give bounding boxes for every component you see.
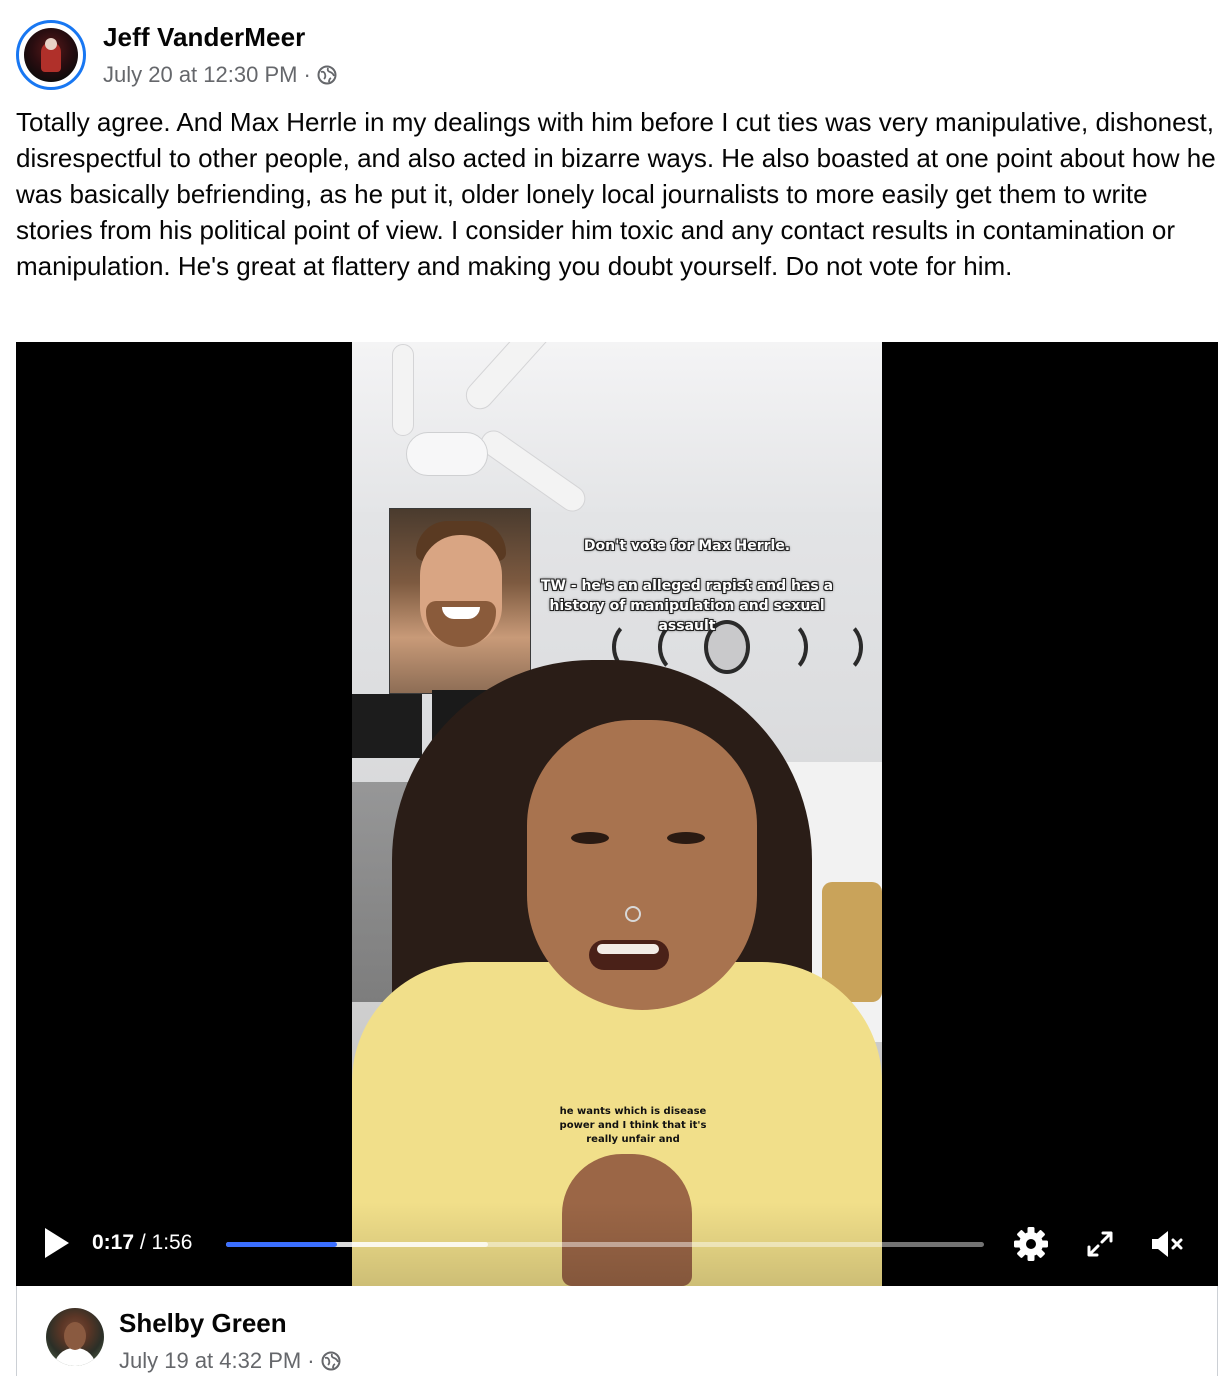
fan-blade xyxy=(392,344,414,436)
globe-icon[interactable] xyxy=(321,1351,341,1371)
gear-icon[interactable] xyxy=(1011,1224,1051,1264)
commenter-avatar[interactable] xyxy=(46,1308,104,1366)
post-timestamp[interactable]: July 20 at 12:30 PM xyxy=(103,62,297,88)
comment-timestamp[interactable]: July 19 at 4:32 PM xyxy=(119,1348,301,1374)
muted-speaker-icon[interactable] xyxy=(1146,1224,1186,1264)
poster-photo xyxy=(389,508,531,694)
globe-icon[interactable] xyxy=(317,65,337,85)
video-player[interactable]: Don't vote for Max Herrle. TW - he's an … xyxy=(16,342,1218,1286)
time-display: 0:17 / 1:56 xyxy=(92,1231,192,1255)
ceiling-fan xyxy=(406,432,488,476)
background-monitor xyxy=(352,694,422,758)
expand-icon[interactable] xyxy=(1080,1224,1120,1264)
duration: 1:56 xyxy=(151,1231,193,1254)
progress-played xyxy=(226,1242,337,1247)
nose-ring xyxy=(625,906,641,922)
speaker-eye xyxy=(571,832,609,844)
post-header: Jeff VanderMeer July 20 at 12:30 PM · xyxy=(16,18,1216,92)
speaker-face xyxy=(527,720,757,1010)
commenter-shirt xyxy=(54,1348,96,1366)
video-overlay-title: Don't vote for Max Herrle. xyxy=(583,538,791,554)
avatar-face xyxy=(45,38,57,50)
comment-meta: July 19 at 4:32 PM · xyxy=(119,1348,341,1374)
author-name[interactable]: Jeff VanderMeer xyxy=(103,22,305,53)
time-separator: / xyxy=(134,1231,152,1254)
poster-smile xyxy=(442,607,480,619)
current-time: 0:17 xyxy=(92,1231,135,1254)
avatar-image xyxy=(24,28,78,82)
video-frame[interactable]: Don't vote for Max Herrle. TW - he's an … xyxy=(352,342,882,1286)
video-ceiling xyxy=(352,342,882,512)
meta-separator: · xyxy=(307,1348,315,1373)
commenter-face xyxy=(64,1322,86,1350)
post-text: Totally agree. And Max Herrle in my deal… xyxy=(16,107,1216,281)
speaker-eye xyxy=(667,832,705,844)
progress-bar[interactable] xyxy=(226,1242,984,1247)
speaker-teeth xyxy=(597,944,659,954)
meta-separator: · xyxy=(303,62,311,87)
play-icon[interactable] xyxy=(42,1225,72,1261)
commenter-name[interactable]: Shelby Green xyxy=(119,1308,287,1339)
comment-item: Shelby Green July 19 at 4:32 PM · xyxy=(16,1286,1218,1376)
post-meta: July 20 at 12:30 PM · xyxy=(103,62,337,88)
author-avatar[interactable] xyxy=(16,20,86,90)
video-controls: 0:17 / 1:56 xyxy=(16,1202,1218,1286)
video-caption: he wants which is disease power and I th… xyxy=(559,1106,707,1145)
video-overlay-warning: TW - he's an alleged rapist and has a hi… xyxy=(540,578,834,634)
